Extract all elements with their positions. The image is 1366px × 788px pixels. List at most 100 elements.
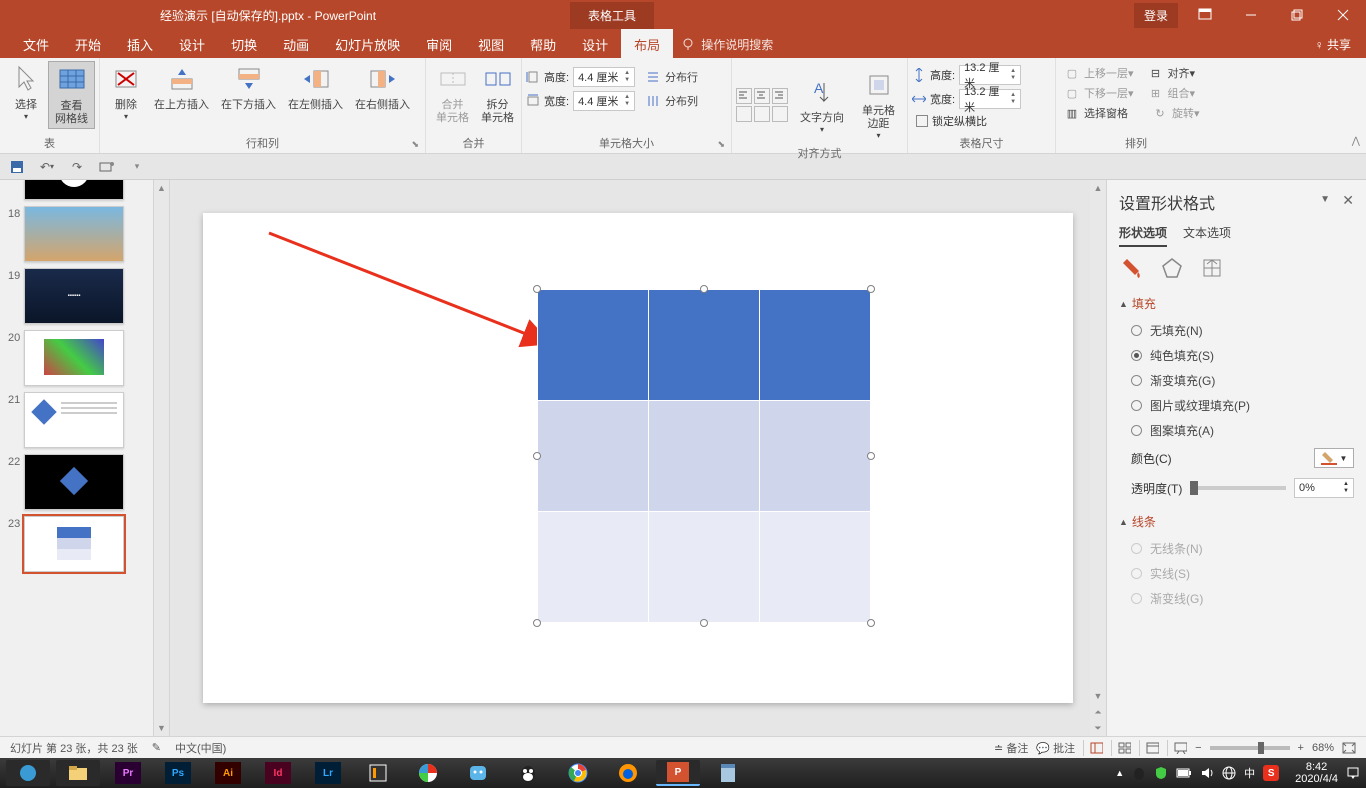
taskbar-app-notepad[interactable] (706, 760, 750, 786)
tab-home[interactable]: 开始 (62, 29, 114, 60)
slide-thumbnails-panel[interactable]: 18 19▪▪▪▪▪▪ 20 21 22 23 (0, 180, 154, 736)
fill-line-tab[interactable] (1119, 255, 1145, 281)
insert-right-button[interactable]: 在右侧插入 (349, 61, 416, 114)
rotate-button[interactable]: ↻旋转 ▾ (1148, 103, 1204, 123)
zoom-in-button[interactable]: + (1298, 742, 1304, 754)
taskbar-app-powerpoint[interactable]: P (656, 760, 700, 786)
taskbar-app-indesign[interactable]: Id (256, 760, 300, 786)
taskbar-app-qq[interactable] (506, 760, 550, 786)
align-bottom-button[interactable] (772, 106, 788, 122)
tray-battery-icon[interactable] (1176, 768, 1192, 778)
group-objects-button[interactable]: ⊞组合 ▾ (1144, 83, 1200, 103)
scroll-up-icon[interactable]: ▲ (154, 180, 169, 196)
tab-design[interactable]: 设计 (166, 29, 218, 60)
undo-button[interactable]: ↶ ▾ (38, 158, 56, 176)
thumbnail-22[interactable]: 22 (0, 452, 153, 512)
slide-canvas[interactable] (203, 213, 1073, 703)
bring-forward-button[interactable]: ▢上移一层 ▾ (1060, 63, 1138, 83)
tell-me-search[interactable]: 操作说明搜索 (681, 36, 773, 53)
distribute-cols-button[interactable]: 分布列 (641, 91, 702, 111)
insert-left-button[interactable]: 在左侧插入 (282, 61, 349, 114)
view-gridlines-button[interactable]: 查看 网格线 (48, 61, 95, 129)
close-pane-button[interactable]: ✕ (1342, 192, 1354, 209)
scroll-down-icon[interactable]: ▼ (154, 720, 169, 736)
notification-center-icon[interactable] (1346, 766, 1360, 780)
taskbar-app-7[interactable] (406, 760, 450, 786)
cell-height-input[interactable]: 4.4 厘米▲▼ (573, 67, 635, 87)
scroll-down-icon[interactable]: ▼ (1090, 688, 1106, 704)
thumbnail-21[interactable]: 21 (0, 390, 153, 450)
split-cells-button[interactable]: 拆分 单元格 (475, 61, 520, 127)
cell-margins-button[interactable]: 单元格 边距▾ (856, 67, 901, 143)
distribute-rows-button[interactable]: 分布行 (641, 67, 702, 87)
picture-fill-radio[interactable]: 图片或纹理填充(P) (1119, 393, 1354, 418)
taskbar-app-premiere[interactable]: Pr (106, 760, 150, 786)
next-slide-icon[interactable]: ⏷ (1090, 720, 1106, 736)
login-button[interactable]: 登录 (1134, 3, 1178, 28)
align-center-button[interactable] (754, 88, 770, 104)
pane-options-button[interactable]: ▼ (1320, 194, 1330, 205)
tray-qq-icon[interactable] (1132, 766, 1146, 780)
fill-color-picker[interactable]: ▼ (1314, 448, 1354, 468)
zoom-slider[interactable] (1210, 746, 1290, 750)
thumbnails-scrollbar[interactable]: ▲ ▼ (154, 180, 170, 736)
taskbar-app-8[interactable] (456, 760, 500, 786)
tab-table-design[interactable]: 设计 (569, 29, 621, 60)
merge-cells-button[interactable]: 合并 单元格 (430, 61, 475, 127)
tray-ime-icon[interactable]: S (1263, 765, 1279, 781)
zoom-level[interactable]: 68% (1312, 742, 1334, 754)
qat-customize-button[interactable]: ▾ (128, 158, 146, 176)
start-from-beginning-button[interactable] (98, 158, 116, 176)
thumbnail-20[interactable]: 20 (0, 328, 153, 388)
delete-button[interactable]: 删除▾ (104, 61, 148, 124)
tab-insert[interactable]: 插入 (114, 29, 166, 60)
tab-transitions[interactable]: 切换 (218, 29, 270, 60)
share-button[interactable]: ♀ 共享 (1315, 36, 1351, 53)
thumbnail-18[interactable]: 18 (0, 204, 153, 264)
dialog-launcher-icon[interactable]: ⬊ (411, 139, 419, 150)
minimize-button[interactable] (1228, 0, 1274, 30)
transparency-input[interactable]: 0%▲▼ (1294, 478, 1354, 498)
align-objects-button[interactable]: ⊟对齐 ▾ (1144, 63, 1200, 83)
taskbar-app-explorer[interactable] (56, 760, 100, 786)
tray-security-icon[interactable] (1154, 766, 1168, 780)
cell-width-input[interactable]: 4.4 厘米▲▼ (573, 91, 635, 111)
taskbar-app-chrome[interactable] (556, 760, 600, 786)
ribbon-display-options-button[interactable] (1182, 0, 1228, 30)
slide-counter[interactable]: 幻灯片 第 23 张，共 23 张 (10, 740, 138, 756)
line-section-header[interactable]: ▲线条 (1119, 513, 1354, 530)
tab-view[interactable]: 视图 (465, 29, 517, 60)
solid-fill-radio[interactable]: 纯色填充(S) (1119, 343, 1354, 368)
text-direction-button[interactable]: A 文字方向▾ (794, 74, 850, 137)
collapse-ribbon-button[interactable]: ⋀ (1352, 136, 1360, 147)
tab-review[interactable]: 审阅 (413, 29, 465, 60)
pattern-fill-radio[interactable]: 图案填充(A) (1119, 418, 1354, 443)
canvas-scrollbar[interactable]: ▲ ▼ ⏶ ⏷ (1090, 180, 1106, 736)
transparency-slider[interactable] (1190, 486, 1286, 490)
thumbnail-17[interactable] (0, 180, 153, 202)
spellcheck-icon[interactable]: ✎ (152, 741, 161, 754)
effects-tab[interactable] (1159, 255, 1185, 281)
tab-help[interactable]: 帮助 (517, 29, 569, 60)
prev-slide-icon[interactable]: ⏶ (1090, 704, 1106, 720)
tray-ime-lang-icon[interactable]: 中 (1244, 765, 1255, 781)
scroll-up-icon[interactable]: ▲ (1090, 180, 1106, 196)
table-width-input[interactable]: 13.2 厘米▲▼ (959, 89, 1021, 109)
gradient-fill-radio[interactable]: 渐变填充(G) (1119, 368, 1354, 393)
notes-button[interactable]: ≐ 备注 (994, 740, 1028, 756)
restore-button[interactable] (1274, 0, 1320, 30)
taskbar-app-lightroom[interactable]: Lr (306, 760, 350, 786)
close-button[interactable] (1320, 0, 1366, 30)
no-fill-radio[interactable]: 无填充(N) (1119, 318, 1354, 343)
reading-view-button[interactable] (1139, 740, 1159, 756)
thumbnail-19[interactable]: 19▪▪▪▪▪▪ (0, 266, 153, 326)
shape-options-tab[interactable]: 形状选项 (1119, 224, 1167, 247)
tab-slideshow[interactable]: 幻灯片放映 (322, 29, 413, 60)
dialog-launcher-icon[interactable]: ⬊ (717, 139, 725, 150)
tray-volume-icon[interactable] (1200, 766, 1214, 780)
fill-section-header[interactable]: ▲填充 (1119, 295, 1354, 312)
align-left-button[interactable] (736, 88, 752, 104)
insert-above-button[interactable]: 在上方插入 (148, 61, 215, 114)
slideshow-button[interactable] (1167, 740, 1187, 756)
tray-expand-icon[interactable]: ▲ (1115, 768, 1124, 778)
